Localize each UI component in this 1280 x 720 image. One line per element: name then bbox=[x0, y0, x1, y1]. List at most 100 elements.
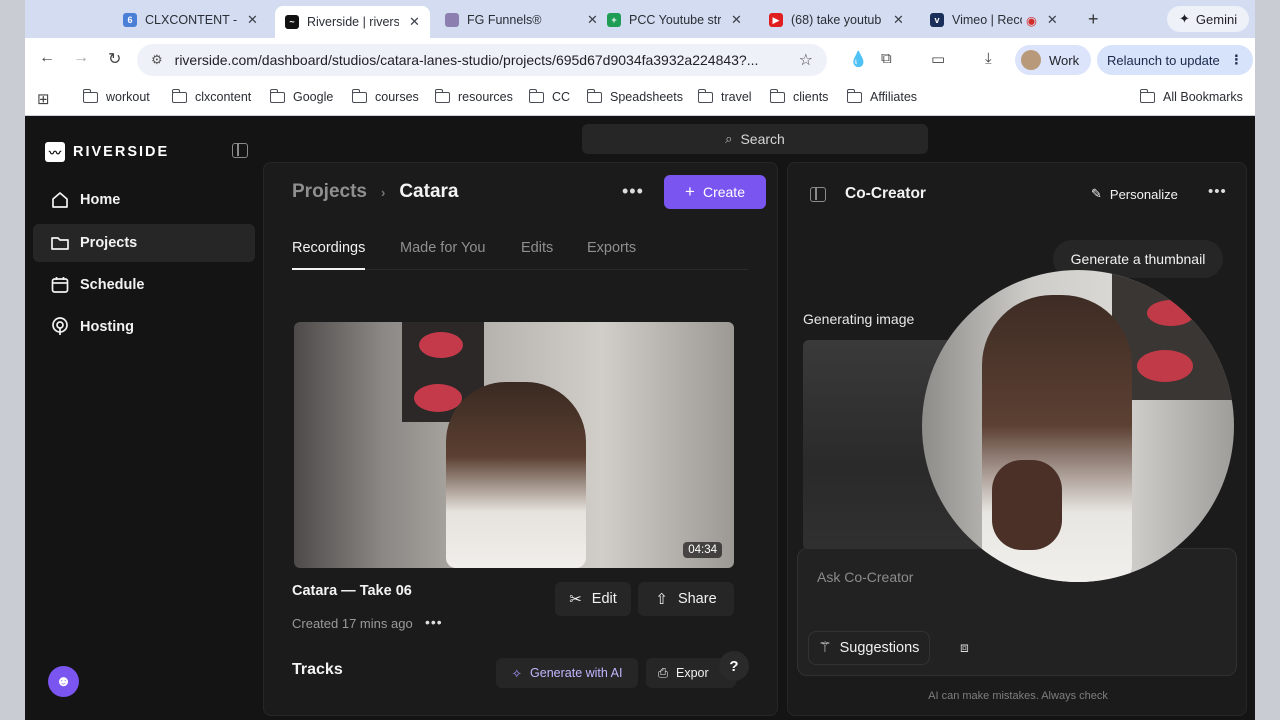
cast-search-icon[interactable]: ▭ bbox=[931, 50, 945, 68]
extension-drop-icon[interactable]: 💧 bbox=[849, 50, 868, 68]
browser-tab-3[interactable]: FG Funnels® ✕ bbox=[445, 6, 598, 34]
tab-title: FG Funnels® bbox=[467, 13, 542, 27]
recording-indicator-icon: ◉ bbox=[1026, 13, 1037, 28]
close-tab-icon[interactable]: ✕ bbox=[409, 14, 420, 30]
help-button[interactable]: ? bbox=[719, 651, 749, 681]
cocreator-more-icon[interactable]: ••• bbox=[1208, 183, 1227, 200]
sidebar-item-label: Projects bbox=[80, 235, 138, 251]
folder-icon bbox=[50, 233, 70, 253]
bookmark-label: workout bbox=[106, 90, 150, 104]
tab-title: CLXCONTENT - G bbox=[145, 13, 237, 27]
export-label: Expor bbox=[676, 666, 709, 680]
menu-kebab-icon[interactable]: ⋮ bbox=[1230, 52, 1243, 68]
bookmark-folder[interactable]: workout bbox=[82, 88, 150, 104]
sidebar-item-projects[interactable]: Projects bbox=[33, 224, 255, 262]
browser-tab-1[interactable]: 6 CLXCONTENT - G ✕ bbox=[123, 6, 258, 34]
bookmarks-bar: ⊞ workout clxcontent Google courses reso… bbox=[25, 82, 1255, 116]
bookmark-folder[interactable]: travel bbox=[697, 88, 752, 104]
tab-title: (68) take youtub bbox=[791, 13, 882, 27]
share-button[interactable]: ⇧ Share bbox=[638, 582, 734, 616]
close-tab-icon[interactable]: ✕ bbox=[893, 12, 904, 28]
tab-exports[interactable]: Exports bbox=[587, 240, 636, 270]
new-tab-icon[interactable]: + bbox=[1088, 9, 1099, 30]
sidebar-item-hosting[interactable]: Hosting bbox=[33, 308, 255, 346]
relaunch-label: Relaunch to update bbox=[1107, 52, 1220, 68]
bookmark-folder[interactable]: Google bbox=[269, 88, 333, 104]
tab-title: Riverside | riversi bbox=[307, 15, 399, 29]
tab-made-for-you[interactable]: Made for You bbox=[400, 240, 485, 270]
bookmark-folder[interactable]: Speadsheets bbox=[586, 88, 683, 104]
bookmark-folder[interactable]: resources bbox=[434, 88, 513, 104]
back-icon[interactable]: ← bbox=[39, 49, 55, 67]
reload-icon[interactable]: ↻ bbox=[108, 49, 121, 69]
bookmark-folder[interactable]: clients bbox=[769, 88, 828, 104]
bookmark-star-icon[interactable]: ☆ bbox=[799, 50, 813, 70]
folder-icon bbox=[269, 88, 285, 103]
close-tab-icon[interactable]: ✕ bbox=[1047, 12, 1058, 28]
brand-name: RIVERSIDE bbox=[73, 144, 170, 160]
create-label: Create bbox=[702, 184, 745, 200]
generate-ai-label: Generate with AI bbox=[530, 666, 623, 680]
recording-title: Catara — Take 06 bbox=[292, 583, 412, 599]
bookmark-folder[interactable]: Affiliates bbox=[846, 88, 917, 104]
all-bookmarks-button[interactable]: All Bookmarks bbox=[1139, 88, 1243, 104]
close-tab-icon[interactable]: ✕ bbox=[587, 12, 598, 28]
close-tab-icon[interactable]: ✕ bbox=[731, 12, 742, 28]
relaunch-button[interactable]: Relaunch to update ⋮ bbox=[1097, 45, 1253, 75]
recording-more-icon[interactable]: ••• bbox=[425, 614, 443, 630]
browser-tab-6[interactable]: v Vimeo | Reco ◉ ✕ bbox=[930, 6, 1058, 34]
folder-icon bbox=[697, 88, 713, 103]
suggestions-label: Suggestions bbox=[839, 640, 920, 656]
chevron-right-icon: › bbox=[380, 184, 386, 200]
gemini-spark-icon: ✦ bbox=[1179, 11, 1190, 26]
image-attach-icon[interactable]: ⧈ bbox=[960, 639, 969, 656]
address-bar[interactable]: ⚙ riverside.com/dashboard/studios/catara… bbox=[137, 44, 827, 76]
profile-button[interactable]: Work bbox=[1015, 45, 1092, 75]
edit-button[interactable]: ✂ Edit bbox=[555, 582, 631, 616]
sidebar-collapse-icon[interactable] bbox=[232, 143, 248, 158]
bookmark-label: clxcontent bbox=[195, 90, 252, 104]
gemini-label: Gemini bbox=[1195, 11, 1238, 27]
panel-toggle-icon[interactable] bbox=[810, 187, 826, 202]
site-info-icon[interactable]: ⚙ bbox=[151, 52, 163, 68]
suggestions-button[interactable]: ⚚ Suggestions bbox=[808, 631, 930, 665]
browser-tab-5[interactable]: ▶ (68) take youtub ✕ bbox=[769, 6, 904, 34]
sidebar-item-schedule[interactable]: Schedule bbox=[33, 266, 255, 304]
webcam-hand bbox=[992, 460, 1062, 550]
forward-icon[interactable]: → bbox=[73, 49, 89, 67]
recording-thumbnail[interactable]: 04:34 bbox=[294, 322, 734, 568]
gemini-button[interactable]: ✦ Gemini bbox=[1167, 6, 1250, 32]
search-input[interactable]: ⌕ Search bbox=[582, 124, 928, 154]
tab-favicon: v bbox=[930, 13, 944, 27]
profile-avatar bbox=[1021, 50, 1041, 70]
tab-recordings[interactable]: Recordings bbox=[292, 240, 366, 270]
apps-grid-icon[interactable]: ⊞ bbox=[37, 90, 50, 108]
close-tab-icon[interactable]: ✕ bbox=[247, 12, 258, 28]
bookmark-label: CC bbox=[552, 90, 571, 104]
support-chat-icon[interactable]: ☻ bbox=[48, 666, 79, 697]
home-icon bbox=[50, 190, 70, 210]
bookmark-label: All Bookmarks bbox=[1163, 90, 1243, 104]
url-text: riverside.com/dashboard/studios/catara-l… bbox=[174, 52, 759, 68]
personalize-button[interactable]: ✎ Personalize bbox=[1091, 186, 1178, 202]
thumbnail-person bbox=[446, 382, 586, 568]
thumbnail-lips-art bbox=[414, 384, 462, 412]
riverside-logo[interactable]: 〰 RIVERSIDE bbox=[45, 142, 169, 162]
bookmark-folder[interactable]: courses bbox=[351, 88, 419, 104]
search-placeholder: Search bbox=[740, 131, 785, 147]
create-button[interactable]: + Create bbox=[664, 175, 766, 209]
breadcrumb-projects-link[interactable]: Projects bbox=[292, 181, 367, 203]
sidebar-item-label: Home bbox=[80, 192, 121, 208]
sidebar-item-home[interactable]: Home bbox=[33, 181, 255, 219]
breadcrumb: Projects › Catara bbox=[292, 181, 458, 203]
tab-edits[interactable]: Edits bbox=[521, 240, 553, 270]
browser-tab-4[interactable]: + PCC Youtube str ✕ bbox=[607, 6, 742, 34]
more-options-icon[interactable]: ••• bbox=[622, 181, 644, 202]
extensions-puzzle-icon[interactable]: ⧉ bbox=[881, 50, 892, 67]
generate-with-ai-button[interactable]: ✧ Generate with AI bbox=[496, 658, 638, 688]
bookmark-folder[interactable]: CC bbox=[528, 88, 571, 104]
breadcrumb-current: Catara bbox=[399, 181, 459, 202]
download-icon[interactable]: ⤓ bbox=[985, 50, 992, 67]
browser-tab-2-active[interactable]: ~ Riverside | riversi ✕ bbox=[275, 6, 430, 38]
bookmark-folder[interactable]: clxcontent bbox=[171, 88, 252, 104]
